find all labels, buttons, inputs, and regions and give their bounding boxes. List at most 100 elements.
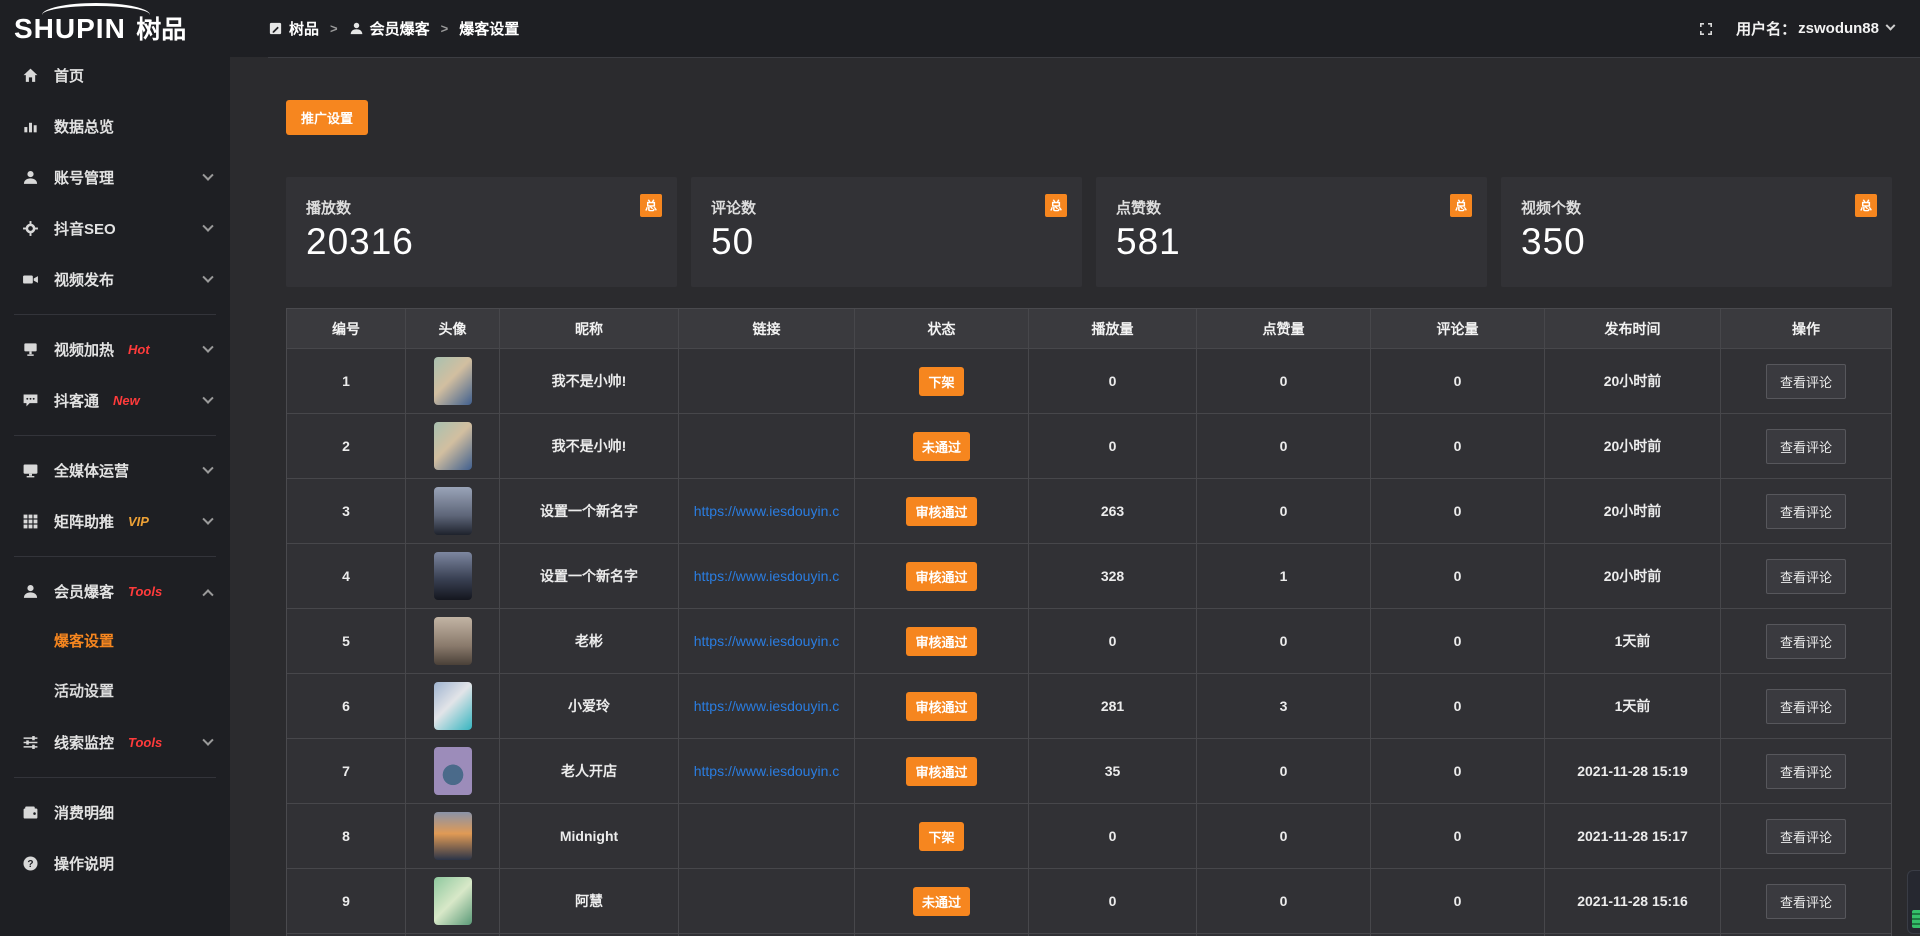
video-link[interactable]: https://www.iesdouyin.c bbox=[694, 633, 840, 649]
chevron-up-icon bbox=[202, 589, 213, 600]
svg-text:?: ? bbox=[27, 859, 33, 870]
cell-status: 下架 bbox=[855, 349, 1029, 414]
status-badge: 未通过 bbox=[913, 432, 970, 461]
person-icon bbox=[349, 21, 364, 36]
sidebar-item[interactable]: 账号管理 bbox=[0, 152, 230, 203]
cell-nickname: 我不是小帅! bbox=[500, 414, 679, 479]
topbar-right: 用户名：zswodun88 bbox=[1698, 18, 1894, 39]
chevron-down-icon bbox=[202, 341, 213, 352]
column-header: 操作 bbox=[1721, 309, 1891, 349]
sidebar-item-label: 全媒体运营 bbox=[54, 460, 129, 481]
view-comments-button[interactable]: 查看评论 bbox=[1766, 624, 1846, 659]
stat-card-label: 点赞数 bbox=[1116, 197, 1469, 218]
cell-likes: 0 bbox=[1197, 869, 1371, 934]
breadcrumb-item[interactable]: 会员爆客 bbox=[349, 18, 430, 39]
column-header: 发布时间 bbox=[1545, 309, 1721, 349]
video-link[interactable]: https://www.iesdouyin.c bbox=[694, 698, 840, 714]
sidebar-item[interactable]: ?操作说明 bbox=[0, 838, 230, 889]
column-header: 点赞量 bbox=[1197, 309, 1371, 349]
sidebar-item[interactable]: 矩阵助推VIP bbox=[0, 496, 230, 547]
cell-avatar bbox=[406, 609, 500, 674]
sidebar-divider bbox=[14, 314, 216, 315]
avatar bbox=[434, 422, 472, 470]
view-comments-button[interactable]: 查看评论 bbox=[1766, 364, 1846, 399]
cell-status: 审核通过 bbox=[855, 739, 1029, 804]
view-comments-button[interactable]: 查看评论 bbox=[1766, 429, 1846, 464]
cell-action: 查看评论 bbox=[1721, 414, 1891, 479]
sidebar-subitem[interactable]: 活动设置 bbox=[0, 667, 230, 717]
cell-link bbox=[679, 869, 855, 934]
sidebar-item[interactable]: 全媒体运营 bbox=[0, 445, 230, 496]
sidebar-item[interactable]: 线索监控Tools bbox=[0, 717, 230, 768]
breadcrumb-label: 会员爆客 bbox=[370, 18, 430, 39]
cell-likes: 0 bbox=[1197, 609, 1371, 674]
question-icon: ? bbox=[22, 855, 39, 872]
breadcrumb-item[interactable]: 爆客设置 bbox=[459, 18, 519, 39]
cell-comments: 0 bbox=[1371, 609, 1545, 674]
sidebar-item[interactable]: 首页 bbox=[0, 50, 230, 101]
cell-avatar bbox=[406, 869, 500, 934]
view-comments-button[interactable]: 查看评论 bbox=[1766, 689, 1846, 724]
cell-time: 20小时前 bbox=[1545, 349, 1721, 414]
sidebar-subitem[interactable]: 爆客设置 bbox=[0, 617, 230, 667]
view-comments-button[interactable]: 查看评论 bbox=[1766, 494, 1846, 529]
sidebar-item[interactable]: 会员爆客 Tools bbox=[0, 566, 230, 617]
video-link[interactable]: https://www.iesdouyin.c bbox=[694, 763, 840, 779]
column-header: 昵称 bbox=[500, 309, 679, 349]
cell-num: 1 bbox=[287, 349, 406, 414]
sidebar-item-label: 会员爆客 bbox=[54, 581, 114, 602]
cell-nickname: Midnight bbox=[500, 804, 679, 869]
cell-num: 6 bbox=[287, 674, 406, 739]
video-link[interactable]: https://www.iesdouyin.c bbox=[694, 568, 840, 584]
total-badge: 总 bbox=[1045, 194, 1067, 217]
chevron-down-icon bbox=[202, 513, 213, 524]
sidebar-item[interactable]: 视频加热Hot bbox=[0, 324, 230, 375]
sidebar-item-label: 矩阵助推 bbox=[54, 511, 114, 532]
cell-link bbox=[679, 414, 855, 479]
cell-nickname: 设置一个新名字 bbox=[500, 544, 679, 609]
cell-status: 审核通过 bbox=[855, 609, 1029, 674]
cell-link bbox=[679, 804, 855, 869]
breadcrumb-separator: > bbox=[441, 21, 449, 36]
cell-avatar bbox=[406, 739, 500, 804]
cell-status: 审核通过 bbox=[855, 544, 1029, 609]
logo-text-en: SHUPIN bbox=[14, 13, 126, 44]
cell-plays: 0 bbox=[1029, 804, 1197, 869]
cell-plays: 35 bbox=[1029, 739, 1197, 804]
cell-num: 8 bbox=[287, 804, 406, 869]
cell-nickname: 老人开店 bbox=[500, 739, 679, 804]
promotion-settings-button[interactable]: 推广设置 bbox=[286, 100, 368, 135]
sidebar-item[interactable]: 视频发布 bbox=[0, 254, 230, 305]
sidebar-item[interactable]: 数据总览 bbox=[0, 101, 230, 152]
sidebar-item[interactable]: 抖音SEO bbox=[0, 203, 230, 254]
heat-icon bbox=[22, 341, 39, 358]
video-link[interactable]: https://www.iesdouyin.c bbox=[694, 503, 840, 519]
cell-status: 未通过 bbox=[855, 414, 1029, 479]
view-comments-button[interactable]: 查看评论 bbox=[1766, 559, 1846, 594]
chevron-down-icon bbox=[202, 169, 213, 180]
sidebar-item[interactable]: 抖客通New bbox=[0, 375, 230, 426]
avatar bbox=[434, 682, 472, 730]
view-comments-button[interactable]: 查看评论 bbox=[1766, 819, 1846, 854]
user-menu[interactable]: 用户名：zswodun88 bbox=[1736, 18, 1894, 39]
cell-action: 查看评论 bbox=[1721, 609, 1891, 674]
chevron-down-icon bbox=[202, 271, 213, 282]
cell-plays: 328 bbox=[1029, 544, 1197, 609]
cell-plays: 263 bbox=[1029, 479, 1197, 544]
view-comments-button[interactable]: 查看评论 bbox=[1766, 884, 1846, 919]
cell-comments: 0 bbox=[1371, 349, 1545, 414]
chart-icon bbox=[22, 118, 39, 135]
sidebar-item[interactable]: 消费明细 bbox=[0, 787, 230, 838]
sidebar-item-label: 抖音SEO bbox=[54, 218, 116, 239]
total-badge: 总 bbox=[1855, 194, 1877, 217]
fullscreen-icon[interactable] bbox=[1698, 21, 1714, 37]
view-comments-button[interactable]: 查看评论 bbox=[1766, 754, 1846, 789]
sidebar-item-label: 账号管理 bbox=[54, 167, 114, 188]
cell-likes: 0 bbox=[1197, 414, 1371, 479]
user-icon bbox=[22, 169, 39, 186]
total-badge: 总 bbox=[1450, 194, 1472, 217]
breadcrumb-item[interactable]: 树品 bbox=[268, 18, 319, 39]
floating-widget[interactable] bbox=[1907, 870, 1920, 934]
status-badge: 审核通过 bbox=[906, 757, 976, 786]
sidebar-badge: Tools bbox=[128, 584, 162, 599]
